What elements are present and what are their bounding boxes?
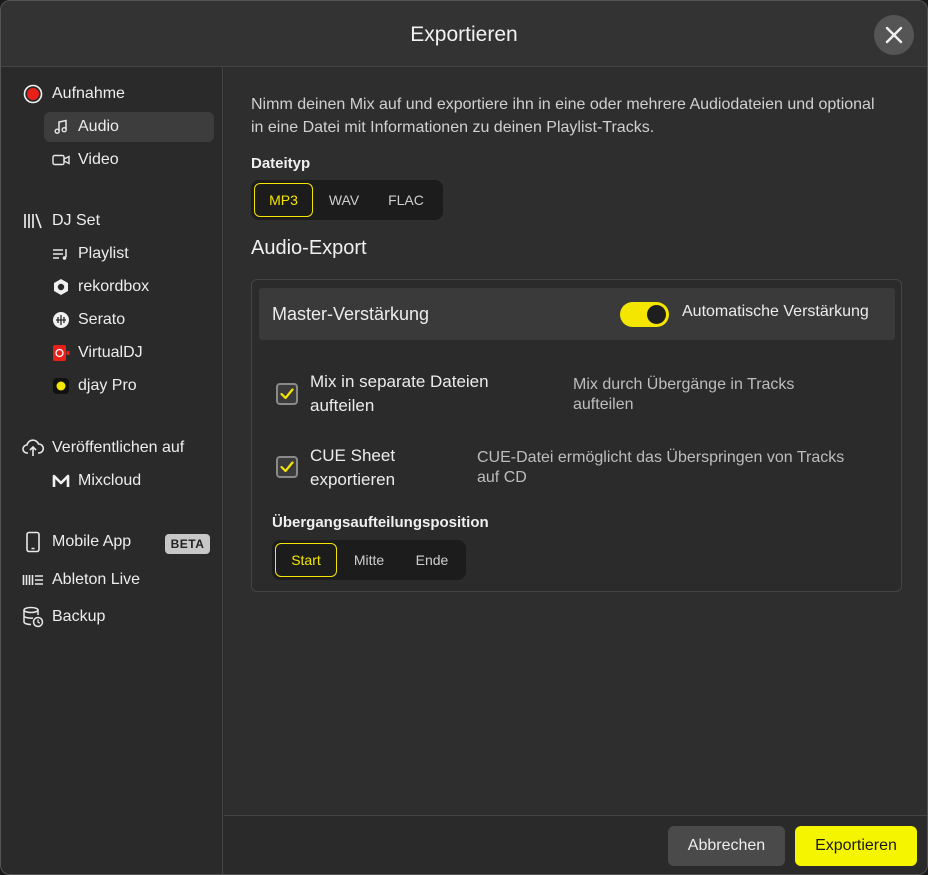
sidebar-item-publish[interactable]: Veröffentlichen auf — [22, 433, 184, 463]
cloud-upload-icon — [22, 437, 44, 459]
backup-icon — [22, 606, 44, 628]
checkmark-icon — [280, 388, 294, 400]
cue-sheet-label: CUE Sheet exportieren — [310, 444, 395, 492]
mixcloud-icon — [52, 472, 70, 490]
auto-gain-label: Automatische Verstärkung — [682, 303, 869, 320]
sidebar-item-label: Audio — [78, 118, 119, 135]
toggle-knob — [647, 305, 666, 324]
sidebar-item-label: Video — [78, 151, 119, 168]
audio-export-heading: Audio-Export — [251, 237, 367, 259]
cue-sheet-checkbox[interactable] — [276, 456, 298, 478]
sidebar-item-label: djay Pro — [78, 377, 137, 394]
sidebar-item-label: Veröffentlichen auf — [52, 439, 185, 456]
checkmark-icon — [280, 461, 294, 473]
sidebar-item-label: Ableton Live — [52, 571, 141, 588]
master-gain-label: Master-Verstärkung — [272, 304, 430, 324]
split-files-description: Mix durch Übergänge in Tracks aufteilen — [573, 375, 794, 415]
file-type-option-mp3[interactable]: MP3 — [254, 183, 313, 217]
split-files-desc-line: Mix durch Übergänge in Tracks — [573, 376, 795, 393]
sidebar-item-video[interactable]: Video — [52, 145, 119, 175]
virtualdj-icon — [52, 344, 70, 362]
library-icon — [22, 210, 44, 232]
file-type-option-flac[interactable]: FLAC — [375, 183, 437, 217]
export-dialog: Exportieren Aufnahme Audio Video DJ Set … — [0, 0, 928, 875]
sidebar-item-playlist[interactable]: Playlist — [52, 239, 129, 269]
close-button[interactable] — [874, 15, 914, 55]
sidebar-item-ableton-live[interactable]: Ableton Live — [22, 565, 140, 595]
music-note-icon — [52, 118, 70, 136]
sidebar-item-virtualdj[interactable]: VirtualDJ — [52, 338, 143, 368]
video-camera-icon — [52, 151, 70, 169]
transition-option-start[interactable]: Start — [275, 543, 337, 577]
auto-gain-toggle[interactable] — [620, 302, 669, 327]
transition-position-selector: Start Mitte Ende — [272, 540, 466, 580]
transition-option-end[interactable]: Ende — [401, 543, 463, 577]
title-bar: Exportieren — [1, 1, 927, 67]
djay-icon — [52, 377, 70, 395]
split-files-desc-line: aufteilen — [573, 396, 634, 413]
sidebar-item-audio[interactable]: Audio — [44, 112, 214, 142]
sidebar-item-mobile-app[interactable]: Mobile App — [22, 527, 131, 557]
split-files-label: Mix in separate Dateien aufteilen — [310, 370, 489, 418]
record-icon — [22, 83, 44, 105]
serato-icon — [52, 311, 70, 329]
sidebar-item-recording[interactable]: Aufnahme — [22, 79, 125, 109]
sidebar-item-label: Serato — [78, 311, 126, 328]
sidebar-item-dj-set[interactable]: DJ Set — [22, 206, 100, 236]
file-type-label: Dateityp — [251, 155, 311, 172]
dialog-title: Exportieren — [410, 23, 518, 46]
sidebar-item-label: Mobile App — [52, 533, 132, 550]
beta-badge: BETA — [165, 534, 210, 554]
sidebar-item-label: VirtualDJ — [78, 344, 143, 361]
sidebar-item-djay-pro[interactable]: djay Pro — [52, 371, 137, 401]
transition-position-label: Übergangsaufteilungsposition — [272, 514, 489, 531]
split-files-label-line: aufteilen — [310, 396, 375, 415]
rekordbox-icon — [52, 278, 70, 296]
sidebar-item-backup[interactable]: Backup — [22, 602, 105, 632]
audio-export-panel: Master-Verstärkung Automatische Verstärk… — [251, 279, 902, 592]
sidebar-item-label: Backup — [52, 608, 106, 625]
export-button[interactable]: Exportieren — [795, 826, 917, 866]
sidebar-item-serato[interactable]: Serato — [52, 305, 125, 335]
cue-sheet-desc-line: CUE-Datei ermöglicht das Überspringen vo… — [477, 449, 845, 466]
sidebar-item-label: Aufnahme — [52, 85, 125, 102]
master-gain-row: Master-Verstärkung Automatische Verstärk… — [259, 288, 895, 340]
file-type-option-wav[interactable]: WAV — [313, 183, 375, 217]
sidebar-item-label: rekordbox — [78, 278, 150, 295]
sidebar-item-mixcloud[interactable]: Mixcloud — [52, 466, 141, 496]
ableton-icon — [22, 569, 44, 591]
file-type-selector: MP3 WAV FLAC — [251, 180, 443, 220]
sidebar-item-label: Mixcloud — [78, 472, 142, 489]
split-files-label-line: Mix in separate Dateien — [310, 372, 489, 391]
sidebar-item-rekordbox[interactable]: rekordbox — [52, 272, 149, 302]
dialog-footer: Abbrechen Exportieren — [224, 815, 927, 874]
transition-option-middle[interactable]: Mitte — [337, 543, 401, 577]
playlist-icon — [52, 245, 70, 263]
phone-icon — [22, 531, 44, 553]
close-icon — [885, 26, 903, 44]
cue-sheet-description: CUE-Datei ermöglicht das Überspringen vo… — [477, 448, 844, 488]
main-content: Nimm deinen Mix auf und exportiere ihn i… — [224, 67, 927, 815]
cue-sheet-desc-line: auf CD — [477, 469, 527, 486]
intro-text: Nimm deinen Mix auf und exportiere ihn i… — [251, 96, 875, 136]
cancel-button[interactable]: Abbrechen — [668, 826, 785, 866]
sidebar: Aufnahme Audio Video DJ Set Playlist rek… — [1, 67, 223, 874]
cue-sheet-label-line: CUE Sheet — [310, 446, 396, 465]
sidebar-item-label: DJ Set — [52, 212, 101, 229]
split-files-checkbox[interactable] — [276, 383, 298, 405]
sidebar-item-label: Playlist — [78, 245, 129, 262]
cue-sheet-label-line: exportieren — [310, 470, 396, 489]
